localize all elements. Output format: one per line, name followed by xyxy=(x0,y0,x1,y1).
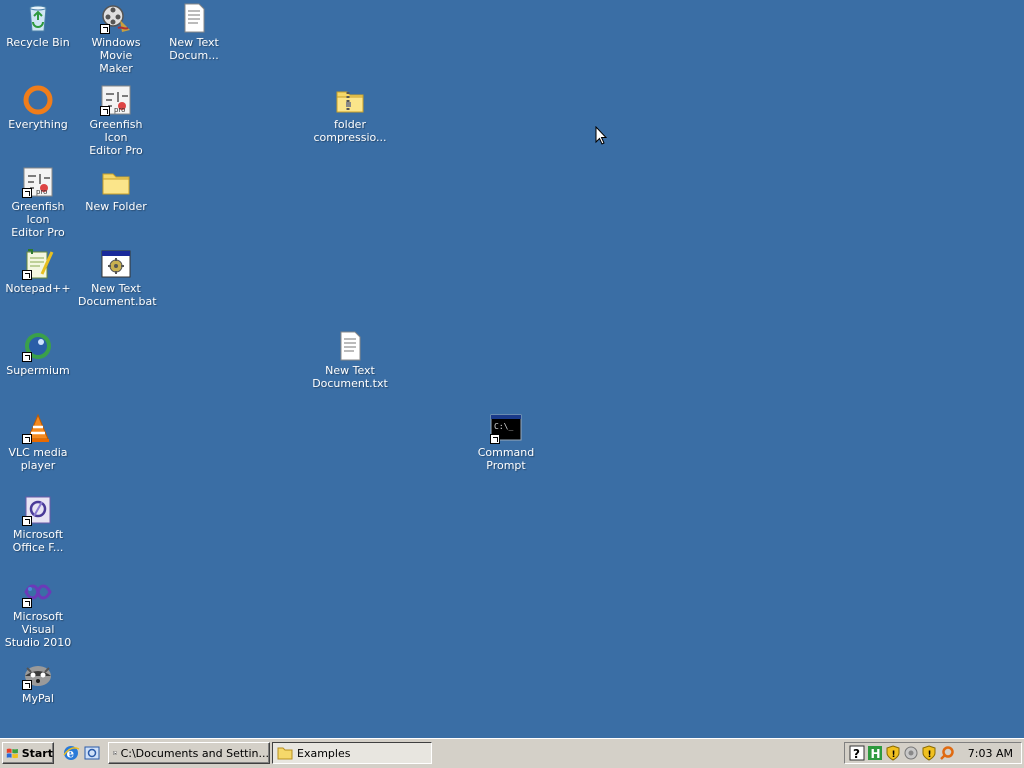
desktop-icon-label: Recycle Bin xyxy=(6,36,70,49)
shortcut-arrow-icon xyxy=(22,188,32,198)
desktop-icon-everything[interactable]: Everything xyxy=(0,84,76,164)
desktop-icon-label: Notepad++ xyxy=(5,282,71,295)
security-shield-icon[interactable]: ! xyxy=(885,745,901,761)
shortcut-arrow-icon xyxy=(100,24,110,34)
svg-text:?: ? xyxy=(853,747,860,761)
desktop-icon-vlc[interactable]: VLC media player xyxy=(0,412,76,492)
desktop-icon-label: Microsoft Office F... xyxy=(12,528,64,554)
search-icon[interactable] xyxy=(939,745,955,761)
text-document-icon xyxy=(334,330,366,362)
desktop-icon-new-text-document-1[interactable]: New Text Docum... xyxy=(156,2,232,82)
text-document-icon xyxy=(178,2,210,34)
desktop-icon-batch-file[interactable]: New Text Document.bat xyxy=(78,248,157,328)
desktop-icon-label: New Folder xyxy=(85,200,147,213)
desktop-icon-greenfish-editor-2[interactable]: pro Greenfish Icon Editor Pro xyxy=(0,166,76,246)
desktop-icon-label: Windows Movie Maker xyxy=(91,36,141,75)
help-icon[interactable]: ? xyxy=(849,745,865,761)
desktop-icon-supermium[interactable]: Supermium xyxy=(0,330,76,410)
desktop-icon-label: Everything xyxy=(8,118,68,131)
svg-text:pro: pro xyxy=(36,188,47,196)
start-button[interactable]: Start xyxy=(2,742,54,764)
desktop-icon-label: Command Prompt xyxy=(477,446,535,472)
taskbar: Start e 7z C:\Documents and Settin... Ex… xyxy=(0,738,1024,768)
shortcut-arrow-icon xyxy=(100,106,110,116)
desktop-icon-notepad-plus-plus[interactable]: Notepad++ xyxy=(0,248,76,328)
show-desktop-icon[interactable] xyxy=(83,744,101,762)
desktop-icon-movie-maker[interactable]: Windows Movie Maker xyxy=(78,2,154,82)
shortcut-arrow-icon xyxy=(22,352,32,362)
task-button-7zip[interactable]: 7z C:\Documents and Settin... xyxy=(108,742,270,764)
folder-icon xyxy=(100,166,132,198)
recycle-bin-icon xyxy=(22,2,54,34)
batch-file-icon xyxy=(100,248,132,280)
clock[interactable]: 7:03 AM xyxy=(968,747,1013,760)
shortcut-arrow-icon xyxy=(22,516,32,526)
svg-text:!: ! xyxy=(928,750,932,760)
desktop-icon-label: New Text Document.txt xyxy=(312,364,388,390)
desktop-icon-label: MyPal xyxy=(22,692,54,705)
supermium-icon xyxy=(22,330,54,362)
shield-alert-icon[interactable]: ! xyxy=(921,745,937,761)
zip-folder-icon xyxy=(334,84,366,116)
office-icon xyxy=(22,494,54,526)
internet-explorer-icon[interactable]: e xyxy=(62,744,80,762)
greenfish-icon: pro xyxy=(100,84,132,116)
shortcut-arrow-icon xyxy=(490,434,500,444)
svg-text:pro: pro xyxy=(114,106,125,114)
desktop-icon-office[interactable]: Microsoft Office F... xyxy=(0,494,76,574)
desktop-icon-command-prompt[interactable]: C:\_ Command Prompt xyxy=(468,412,544,492)
shortcut-arrow-icon xyxy=(22,270,32,280)
mypal-icon xyxy=(22,658,54,690)
svg-text:C:\_: C:\_ xyxy=(494,422,513,431)
network-icon[interactable] xyxy=(903,745,919,761)
command-prompt-icon: C:\_ xyxy=(490,412,522,444)
task-label: C:\Documents and Settin... xyxy=(120,746,269,760)
svg-text:H: H xyxy=(871,747,881,761)
desktop-icon-mypal[interactable]: MyPal xyxy=(0,658,76,738)
desktop-icon-folder-compression[interactable]: folder compressio... xyxy=(312,84,388,164)
task-button-examples[interactable]: Examples xyxy=(272,742,432,764)
visual-studio-icon xyxy=(22,576,54,608)
desktop-icon-label: Supermium xyxy=(6,364,70,377)
windows-logo-icon xyxy=(6,748,18,759)
desktop-icon-label: New Text Docum... xyxy=(169,36,219,62)
desktop-icon-greenfish-editor-1[interactable]: pro Greenfish Icon Editor Pro xyxy=(78,84,154,164)
desktop: Recycle Bin Everything pro Greenfish Ico… xyxy=(0,0,1024,738)
7zip-icon: 7z xyxy=(113,751,117,755)
shortcut-arrow-icon xyxy=(22,434,32,444)
desktop-icon-visual-studio[interactable]: Microsoft Visual Studio 2010 xyxy=(0,576,76,656)
desktop-icon-label: Microsoft Visual Studio 2010 xyxy=(4,610,72,649)
shortcut-arrow-icon xyxy=(22,598,32,608)
greenfish-icon: pro xyxy=(22,166,54,198)
vlc-icon xyxy=(22,412,54,444)
desktop-icon-label: folder compressio... xyxy=(313,118,387,144)
desktop-icon-recycle-bin[interactable]: Recycle Bin xyxy=(0,2,76,82)
folder-icon xyxy=(277,747,293,760)
desktop-icon-label: VLC media player xyxy=(8,446,68,472)
shortcut-arrow-icon xyxy=(22,680,32,690)
mouse-cursor-icon xyxy=(595,126,607,145)
desktop-icon-new-folder[interactable]: New Folder xyxy=(78,166,154,246)
everything-icon xyxy=(22,84,54,116)
hardware-icon[interactable]: H xyxy=(867,745,883,761)
notepad-plus-plus-icon xyxy=(22,248,54,280)
desktop-icon-new-text-document-txt[interactable]: New Text Document.txt xyxy=(312,330,388,410)
desktop-icon-label: Greenfish Icon Editor Pro xyxy=(11,200,65,239)
svg-text:!: ! xyxy=(892,750,896,760)
desktop-icon-label: New Text Document.bat xyxy=(78,282,157,308)
movie-maker-icon xyxy=(100,2,132,34)
task-label: Examples xyxy=(297,746,351,760)
system-tray: ? H ! ! 7:03 AM xyxy=(844,742,1022,764)
desktop-icon-label: Greenfish Icon Editor Pro xyxy=(89,118,143,157)
start-label: Start xyxy=(21,746,53,760)
